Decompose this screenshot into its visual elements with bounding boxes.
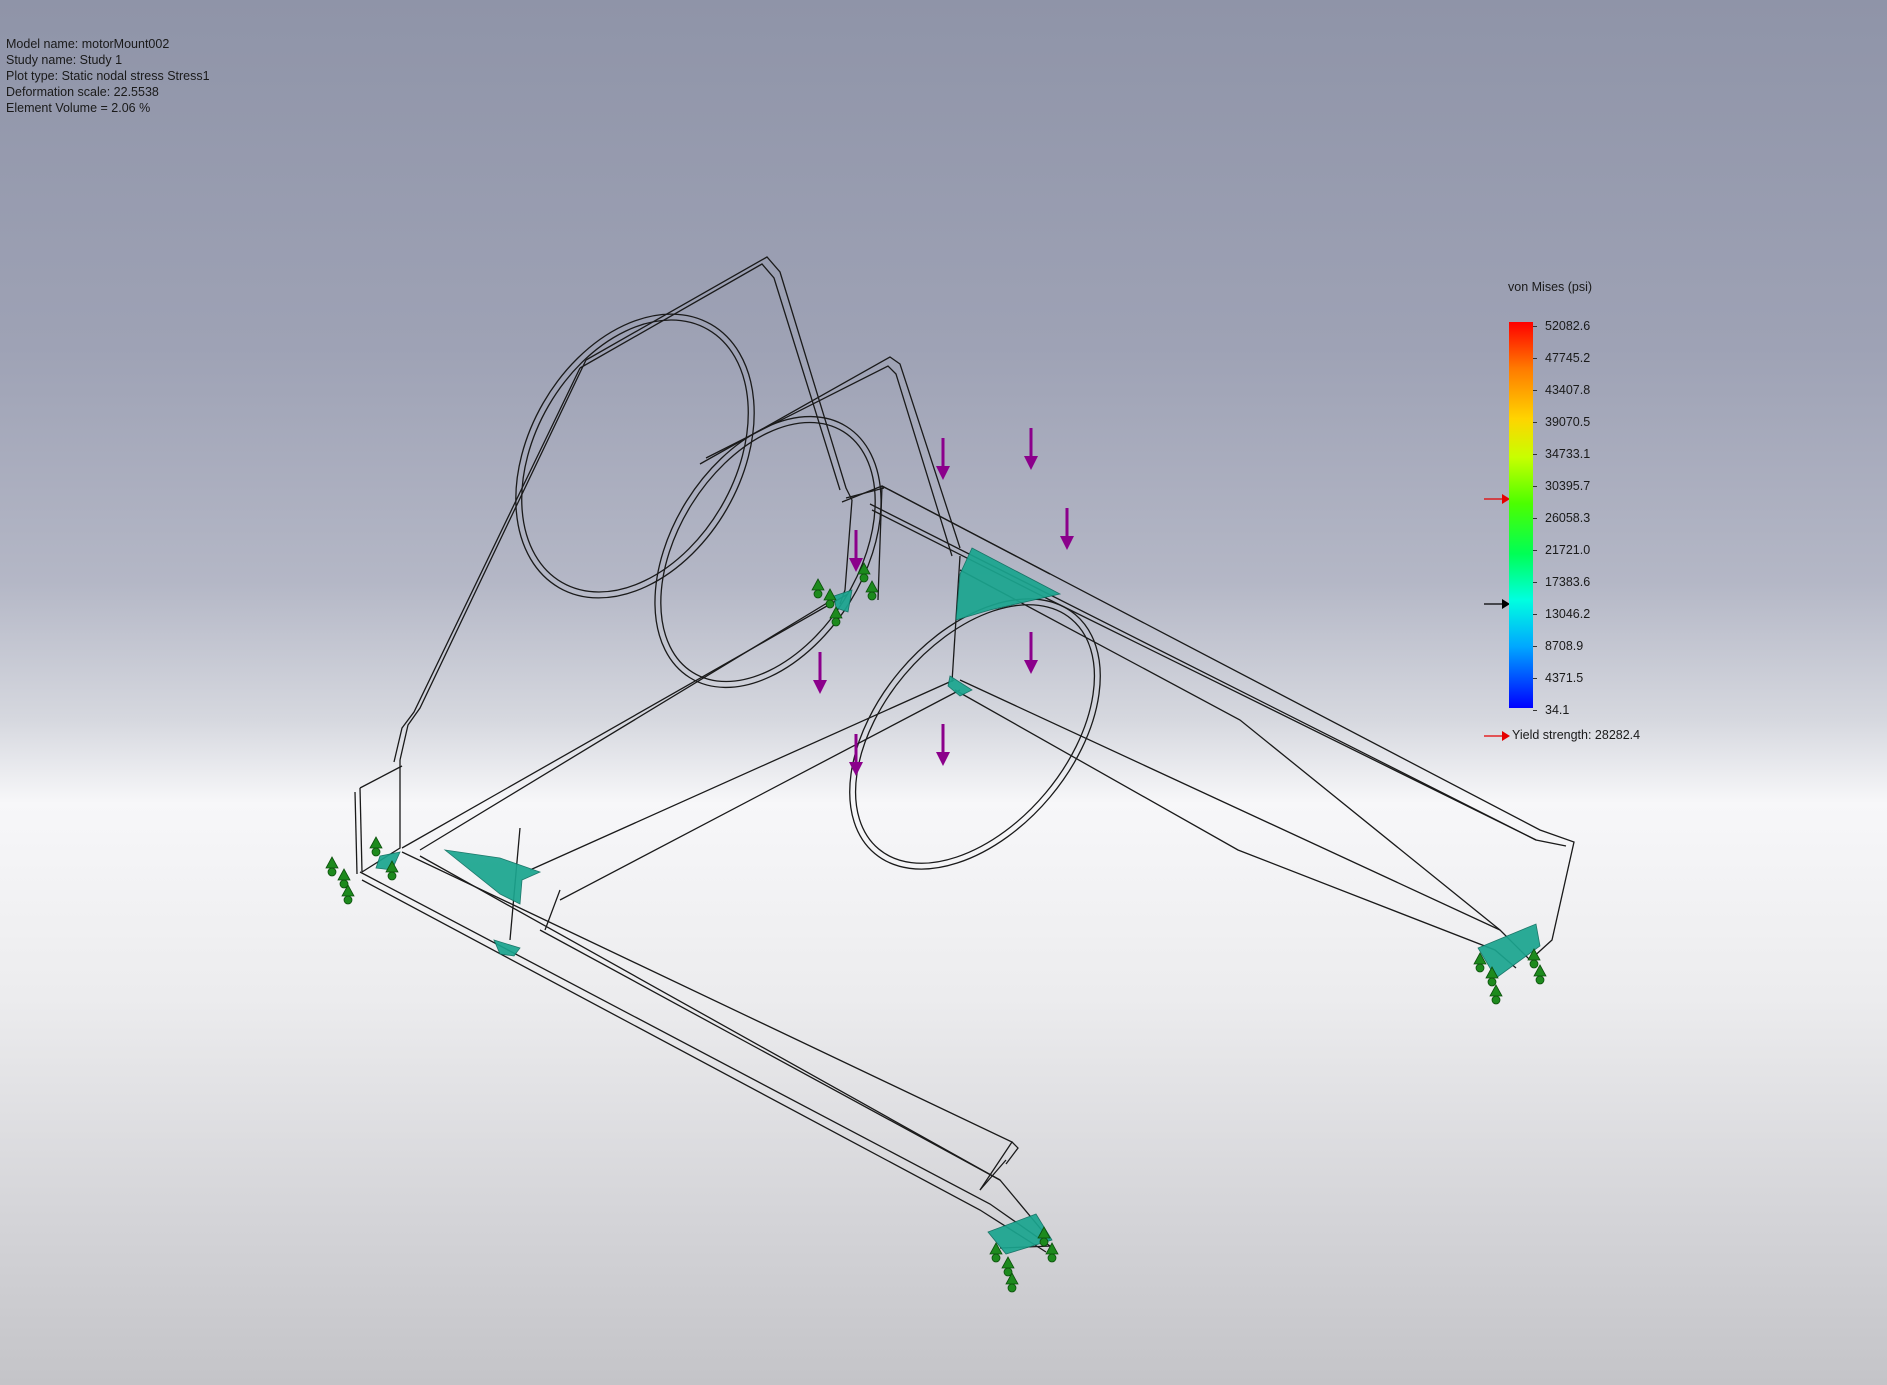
stress-colorbar xyxy=(1509,322,1533,708)
legend-tick-label: 43407.8 xyxy=(1545,383,1591,397)
fixture-base xyxy=(867,591,877,601)
fixture-cone xyxy=(865,580,879,593)
legend-tick-label: 26058.3 xyxy=(1545,511,1591,525)
fixture-base xyxy=(1047,1253,1057,1263)
model-viewport[interactable] xyxy=(0,0,1887,1385)
fixture-base xyxy=(387,871,397,881)
legend-tick-mark xyxy=(1533,646,1537,647)
legend-tick-label: 17383.6 xyxy=(1545,575,1591,589)
load-arrow-head xyxy=(1024,456,1038,470)
legend-tick-mark xyxy=(1533,710,1537,711)
study-name-text: Study name: Study 1 xyxy=(6,53,123,67)
legend-tick-label: 8708.9 xyxy=(1545,639,1584,653)
stress-patch xyxy=(1477,923,1541,979)
load-arrow-head xyxy=(813,680,827,694)
legend-tick-mark xyxy=(1533,518,1537,519)
fixture-base xyxy=(1491,995,1501,1005)
legend-tick-label: 30395.7 xyxy=(1545,479,1591,493)
upright-plate-outline xyxy=(585,256,853,501)
fixture-base xyxy=(1039,1237,1049,1247)
stress-patch xyxy=(955,547,1062,621)
legend-title: von Mises (psi) xyxy=(1508,280,1593,294)
legend-tick-mark xyxy=(1533,390,1537,391)
upright-plate-left-edge xyxy=(399,359,587,761)
fixture-base xyxy=(1487,977,1497,987)
model-name-text: Model name: motorMount002 xyxy=(6,37,170,51)
fixture-base xyxy=(1007,1283,1017,1293)
legend-tick-mark xyxy=(1533,422,1537,423)
fixture-base xyxy=(327,867,337,877)
fixture-base xyxy=(343,895,353,905)
yield-strength-text: Yield strength: 28282.4 xyxy=(1512,728,1641,742)
fixture-base xyxy=(859,573,869,583)
fixture-cone xyxy=(1001,1256,1015,1269)
legend-tick-label: 4371.5 xyxy=(1545,671,1584,685)
fixture-base xyxy=(831,617,841,627)
load-arrow-head xyxy=(1060,536,1074,550)
second-plate-outline xyxy=(699,356,961,549)
legend-tick-mark xyxy=(1533,582,1537,583)
fixtures xyxy=(325,562,1547,1293)
fixture-base xyxy=(825,599,835,609)
legend-tick-label: 21721.0 xyxy=(1545,543,1591,557)
legend-tick-label: 52082.6 xyxy=(1545,319,1591,333)
legend-tick-mark xyxy=(1533,678,1537,679)
fixture-base xyxy=(371,847,381,857)
legend-tick-mark xyxy=(1533,454,1537,455)
legend-tick-label: 13046.2 xyxy=(1545,607,1591,621)
deformation-scale-text: Deformation scale: 22.5538 xyxy=(6,85,159,99)
legend-tick-mark xyxy=(1533,326,1537,327)
legend-markers xyxy=(1484,494,1510,609)
fixture-base xyxy=(1535,975,1545,985)
fixture-cone xyxy=(1489,984,1503,997)
stress-patches xyxy=(375,547,1541,1255)
stress-patch xyxy=(947,675,973,697)
legend-tick-label: 34733.1 xyxy=(1545,447,1591,461)
fixture-cone xyxy=(823,588,837,601)
legend-tick-mark xyxy=(1533,358,1537,359)
legend-tick-label: 34.1 xyxy=(1545,703,1570,717)
load-arrow-head xyxy=(936,466,950,480)
model-wireframe xyxy=(354,256,1575,1253)
element-volume-text: Element Volume = 2.06 % xyxy=(6,101,151,115)
fixture-base xyxy=(1529,959,1539,969)
legend-tick-mark xyxy=(1533,486,1537,487)
load-arrow-head xyxy=(1024,660,1038,674)
load-arrow-head xyxy=(936,752,950,766)
plot-info: Model name: motorMount002 Study name: St… xyxy=(6,36,210,116)
fixture-cone xyxy=(325,856,339,869)
yield-strength-label: Yield strength: 28282.4 xyxy=(1484,728,1640,742)
legend-tick-label: 47745.2 xyxy=(1545,351,1591,365)
stress-patch xyxy=(375,851,401,871)
legend-tick-label: 39070.5 xyxy=(1545,415,1591,429)
legend-tick-mark xyxy=(1533,550,1537,551)
fixture-base xyxy=(813,589,823,599)
fixture-base xyxy=(991,1253,1001,1263)
plot-type-text: Plot type: Static nodal stress Stress1 xyxy=(6,69,210,83)
fixture-base xyxy=(1475,963,1485,973)
fixture-cone xyxy=(811,578,825,591)
fixture-cone xyxy=(337,868,351,881)
stress-patch xyxy=(493,939,521,957)
load-arrows xyxy=(813,428,1074,776)
yield-arrow-icon xyxy=(1484,730,1510,741)
fixture-cone xyxy=(369,836,383,849)
legend-tick-mark xyxy=(1533,614,1537,615)
